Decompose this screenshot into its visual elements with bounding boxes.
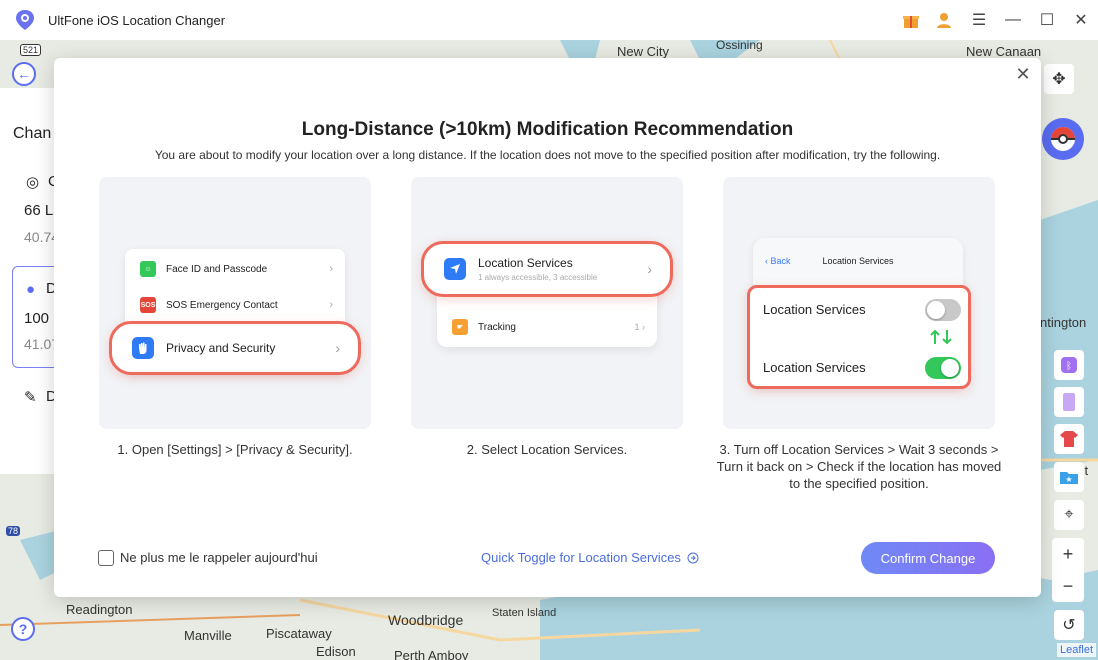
zoom-out-icon[interactable]: − (1052, 570, 1084, 602)
route-shield: 78 (6, 526, 21, 536)
quick-toggle-label[interactable]: Quick Toggle for Location Services (481, 550, 681, 565)
toggle-on-label: Location Services (763, 360, 866, 375)
settings-row-sos: SOS SOS Emergency Contact › (125, 287, 345, 323)
app-title: UltFone iOS Location Changer (48, 12, 226, 28)
toggle-off (925, 299, 961, 321)
confirm-change-button[interactable]: Confirm Change (861, 542, 995, 574)
map-label: Staten Island (492, 607, 557, 619)
maximize-icon[interactable]: ☐ (1030, 0, 1064, 40)
map-label: Piscataway (266, 626, 332, 641)
zoom-control: + − (1052, 538, 1084, 602)
locate-icon[interactable]: ⌖ (1054, 500, 1084, 530)
app-logo-icon (16, 10, 34, 30)
map-label: New City (617, 44, 670, 59)
phone-header: Location Services (822, 256, 894, 266)
dest-address: 100 (24, 310, 50, 327)
toggle-on (925, 357, 961, 379)
map-label: Edison (316, 644, 356, 659)
step2-caption: 2. Select Location Services. (466, 442, 628, 457)
help-icon[interactable]: ? (11, 617, 35, 641)
back-arrow-icon[interactable]: ← (12, 62, 36, 86)
chevron-right-icon: › (647, 261, 652, 277)
map-label: Woodbridge (388, 612, 464, 628)
minimize-icon[interactable]: — (996, 0, 1030, 40)
location-pin-icon: ● (26, 281, 36, 298)
arrow-circle-icon (687, 552, 699, 563)
settings-row-label: Face ID and Passcode (166, 263, 268, 275)
modal-title: Long-Distance (>10km) Modification Recom… (301, 119, 794, 140)
settings-row-label: SOS Emergency Contact (166, 299, 278, 311)
quick-toggle-link[interactable]: Quick Toggle for Location Services (481, 550, 699, 565)
location-services-detail: 1 always accessible, 3 accessible (478, 273, 598, 282)
route-shield: 521 (20, 44, 42, 56)
sos-icon: SOS (140, 297, 156, 313)
tracking-icon: ☛ (452, 319, 468, 335)
settings-row-face-id: ☺ Face ID and Passcode › (125, 251, 345, 287)
privacy-security-label: Privacy and Security (166, 341, 276, 355)
modal-subtitle: You are about to modify your location ov… (154, 148, 941, 162)
bluetooth-icon[interactable]: ᛒ (1054, 350, 1084, 380)
step3-card: ‹ Back Location Services Location Servic… (723, 177, 995, 429)
chevron-right-icon: › (329, 299, 333, 311)
location-services-text: Location Services 1 always accessible, 3… (478, 256, 597, 282)
left-panel: Chan ◎ C 66 La 40.74 ● D 100 41.07 ✎ D (0, 88, 62, 474)
joystick-icon[interactable]: ✥ (1044, 64, 1074, 94)
settings-row-tracking: ☛ Tracking 1 › (437, 309, 657, 345)
privacy-security-highlight: Privacy and Security › (109, 321, 361, 375)
eraser-icon: ✎ (24, 389, 37, 406)
pokeball-icon[interactable] (1042, 118, 1084, 160)
favorites-folder-icon[interactable]: ★ (1054, 462, 1084, 492)
long-distance-modal: ✕ Long-Distance (>10km) Modification Rec… (54, 58, 1041, 597)
svg-text:★: ★ (1065, 475, 1072, 484)
map-label: Readington (66, 602, 133, 617)
menu-icon[interactable]: ☰ (962, 0, 996, 40)
close-window-icon[interactable]: ✕ (1064, 0, 1098, 40)
map-label: Ossining (716, 40, 763, 52)
zoom-in-icon[interactable]: + (1052, 538, 1084, 570)
refresh-arrows-icon (930, 329, 952, 345)
account-icon[interactable] (928, 0, 962, 40)
dont-remind-checkbox[interactable] (98, 550, 114, 566)
title-bar: UltFone iOS Location Changer ☰ — ☐ ✕ (0, 0, 1098, 40)
panel-heading: Chan (13, 125, 52, 142)
step1-card: ☺ Face ID and Passcode › SOS SOS Emergen… (99, 177, 371, 429)
close-icon[interactable]: ✕ (1013, 64, 1033, 84)
map-label: Manville (184, 628, 232, 643)
map-label: ntington (1040, 315, 1087, 330)
tracking-label: Tracking (478, 321, 516, 333)
map-attribution[interactable]: Leaflet (1057, 643, 1097, 657)
map-label: New Canaan (966, 44, 1042, 59)
dont-remind-label[interactable]: Ne plus me le rappeler aujourd'hui (120, 550, 318, 565)
toggle-highlight: Location Services Location Services (747, 285, 971, 389)
origin-icon: ◎ (26, 174, 40, 191)
gift-icon[interactable] (894, 0, 928, 40)
shirt-icon[interactable] (1054, 424, 1084, 454)
location-arrow-icon (444, 258, 466, 280)
step3-caption: 3. Turn off Location Services > Wait 3 s… (716, 442, 1002, 491)
tracking-count: 1 › (634, 322, 645, 332)
hand-icon (132, 337, 154, 359)
svg-text:ᛒ: ᛒ (1066, 361, 1072, 372)
step2-card: ☛ Tracking 1 › Location Services 1 alway… (411, 177, 683, 429)
device-icon[interactable] (1054, 387, 1084, 417)
chevron-right-icon: › (335, 340, 340, 356)
chevron-right-icon: › (329, 263, 333, 275)
toggle-off-label: Location Services (763, 302, 866, 317)
step1-caption: 1. Open [Settings] > [Privacy & Security… (117, 442, 353, 457)
face-id-icon: ☺ (140, 261, 156, 277)
location-services-title: Location Services (478, 256, 573, 270)
map-label: Perth Amboy (394, 648, 469, 660)
location-services-highlight: Location Services 1 always accessible, 3… (421, 241, 673, 297)
reset-icon[interactable]: ↺ (1054, 610, 1084, 640)
